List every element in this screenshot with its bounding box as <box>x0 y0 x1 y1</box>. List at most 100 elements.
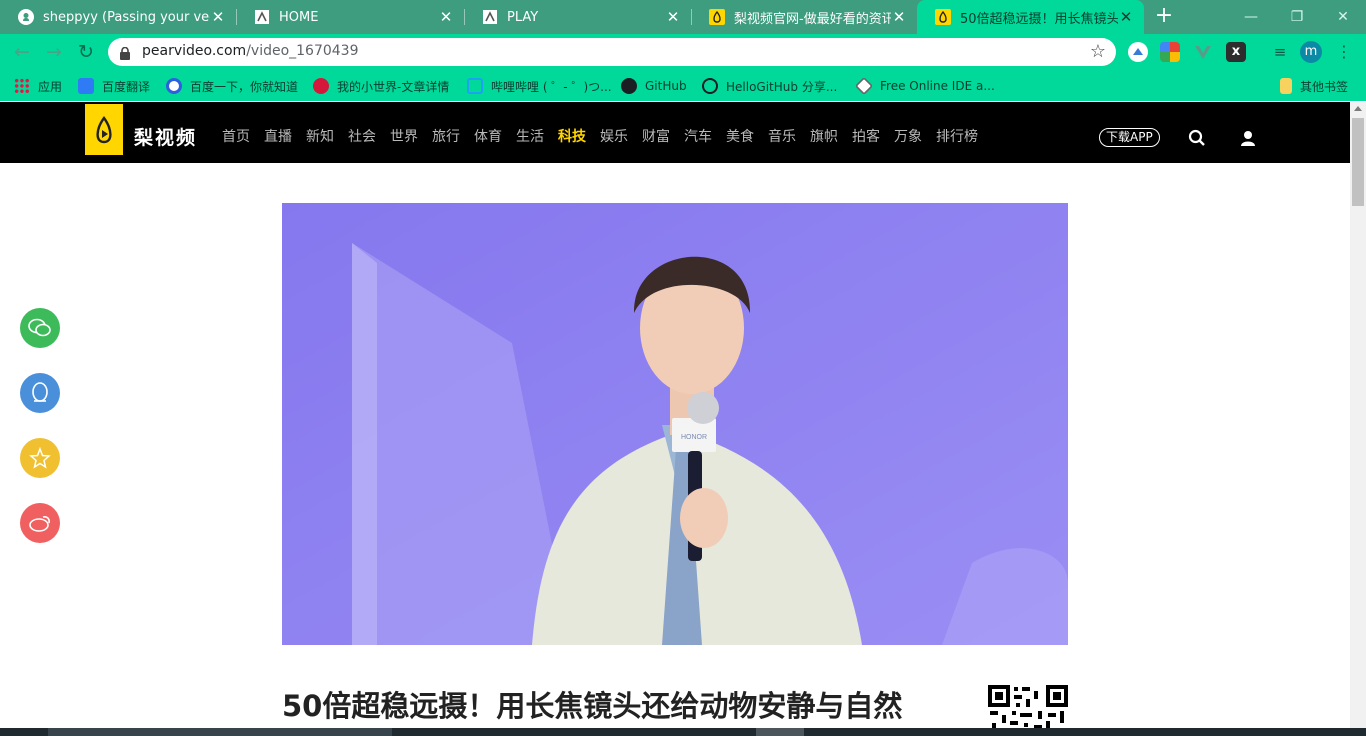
restore-icon[interactable]: ❐ <box>1274 0 1320 34</box>
baidu-icon <box>166 78 182 94</box>
bookmarks-bar: 应用 百度翻译 百度一下，你就知道 我的小世界-文章详情 哔哩哔哩 ( ゜- ゜… <box>0 70 1366 101</box>
page-icon <box>254 9 270 25</box>
github-icon <box>18 9 34 25</box>
tab-title: 50倍超稳远摄！用长焦镜头还给动物安静与自然 <box>960 11 1118 27</box>
nav-item[interactable]: 排行榜 <box>936 126 978 146</box>
nav-item[interactable]: 拍客 <box>852 126 880 146</box>
nav-item[interactable]: 旅行 <box>432 126 460 146</box>
tab-github[interactable]: sheppyy (Passing your vegetables) ✕ <box>0 0 236 34</box>
nav-item-active[interactable]: 科技 <box>558 126 586 146</box>
share-weibo-button[interactable] <box>20 503 60 543</box>
nav-item[interactable]: 汽车 <box>684 126 712 146</box>
share-qq-button[interactable] <box>20 373 60 413</box>
extension-bird-icon[interactable] <box>1128 42 1148 62</box>
close-icon[interactable]: ✕ <box>210 8 226 26</box>
address-bar[interactable]: pearvideo.com/video_1670439 ☆ <box>108 38 1116 66</box>
media-queue-icon[interactable]: ≡ <box>1270 42 1290 62</box>
close-icon[interactable]: ✕ <box>1118 8 1134 26</box>
menu-dots-icon[interactable]: ⋮ <box>1334 42 1354 62</box>
tab-title: HOME <box>279 9 319 25</box>
page-scrollbar[interactable] <box>1350 102 1366 736</box>
user-icon[interactable] <box>1239 129 1257 147</box>
bookmark-my-world[interactable]: 我的小世界-文章详情 <box>313 77 449 95</box>
video-title: 50倍超稳远摄！用长焦镜头还给动物安静与自然 <box>282 689 903 723</box>
nav-item[interactable]: 体育 <box>474 126 502 146</box>
window-close-icon[interactable]: ✕ <box>1320 0 1366 34</box>
nav-item[interactable]: 世界 <box>390 126 418 146</box>
tab-pear-home[interactable]: 梨视频官网-做最好看的资讯短视频 ✕ <box>691 0 917 34</box>
bookmark-bilibili[interactable]: 哔哩哔哩 ( ゜- ゜)つ... <box>467 77 612 95</box>
nav-item[interactable]: 新知 <box>306 126 334 146</box>
nav-item[interactable]: 旗帜 <box>810 126 838 146</box>
tab-play[interactable]: PLAY ✕ <box>464 0 691 34</box>
tab-title: 梨视频官网-做最好看的资讯短视频 <box>734 11 891 27</box>
bookmark-baidu[interactable]: 百度一下，你就知道 <box>166 77 298 95</box>
tab-title: PLAY <box>507 9 539 25</box>
bookmark-baidu-translate[interactable]: 百度翻译 <box>78 77 150 95</box>
nav-item[interactable]: 美食 <box>726 126 754 146</box>
vue-devtools-icon[interactable] <box>1193 42 1213 62</box>
reload-icon[interactable]: ↻ <box>74 40 98 64</box>
url-text: pearvideo.com/video_1670439 <box>142 43 359 59</box>
forward-icon[interactable]: → <box>42 40 66 64</box>
bookmark-star-icon[interactable]: ☆ <box>1090 41 1106 62</box>
profile-avatar[interactable]: m <box>1300 41 1322 63</box>
extension-color-icon[interactable] <box>1160 42 1180 62</box>
search-icon[interactable] <box>1188 129 1206 147</box>
pear-icon <box>935 9 951 25</box>
taskbar-item[interactable] <box>48 728 392 736</box>
category-nav: 首页 直播 新知 社会 世界 旅行 体育 生活 科技 娱乐 财富 汽车 美食 音… <box>222 126 992 146</box>
video-player[interactable]: HONOR <box>282 203 1068 645</box>
browser-toolbar: ← → ↻ pearvideo.com/video_1670439 ☆ x ≡ … <box>0 34 1366 70</box>
nav-item[interactable]: 首页 <box>222 126 250 146</box>
tab-active-video[interactable]: 50倍超稳远摄！用长焦镜头还给动物安静与自然 ✕ <box>917 0 1144 34</box>
minimize-icon[interactable]: — <box>1228 0 1274 34</box>
bilibili-icon <box>467 78 483 94</box>
site-brand[interactable]: 梨视频 <box>134 123 197 150</box>
bookmark-apps[interactable]: 应用 <box>14 77 62 95</box>
close-icon[interactable]: ✕ <box>665 8 681 26</box>
close-icon[interactable]: ✕ <box>438 8 454 26</box>
lips-icon <box>313 78 329 94</box>
tab-title: sheppyy (Passing your vegetables) <box>43 9 210 25</box>
page-icon <box>482 9 498 25</box>
folder-icon <box>1280 78 1292 94</box>
back-icon[interactable]: ← <box>10 40 34 64</box>
bookmark-other[interactable]: 其他书签 <box>1280 77 1348 95</box>
download-app-button[interactable]: 下载APP <box>1099 128 1160 147</box>
ide-icon <box>854 76 874 96</box>
github-icon <box>621 78 637 94</box>
pear-logo[interactable] <box>85 104 123 155</box>
os-taskbar <box>0 728 1366 736</box>
nav-item[interactable]: 音乐 <box>768 126 796 146</box>
wechat-icon <box>28 318 51 337</box>
extension-x-icon[interactable]: x <box>1226 42 1246 62</box>
qq-icon <box>32 382 48 402</box>
video-frame: HONOR <box>282 203 1068 645</box>
nav-item[interactable]: 直播 <box>264 126 292 146</box>
bookmark-free-ide[interactable]: Free Online IDE a... <box>854 76 995 96</box>
tab-strip: sheppyy (Passing your vegetables) ✕ HOME… <box>0 0 1366 34</box>
bookmark-github[interactable]: GitHub <box>621 77 687 95</box>
share-qzone-button[interactable] <box>20 438 60 478</box>
taskbar-item[interactable] <box>756 728 804 736</box>
apps-grid-icon <box>14 78 30 94</box>
nav-item[interactable]: 生活 <box>516 126 544 146</box>
nav-item[interactable]: 社会 <box>348 126 376 146</box>
baidu-translate-icon <box>78 78 94 94</box>
share-wechat-button[interactable] <box>20 308 60 348</box>
lock-icon <box>120 45 130 60</box>
scroll-up-icon[interactable] <box>1354 106 1362 111</box>
bookmark-hellogithub[interactable]: HelloGitHub 分享... <box>702 77 837 95</box>
new-tab-button[interactable]: + <box>1152 5 1176 29</box>
close-icon[interactable]: ✕ <box>891 8 907 26</box>
pear-icon <box>709 9 725 25</box>
mic-brand-label: HONOR <box>681 434 707 441</box>
scrollbar-thumb[interactable] <box>1352 118 1364 206</box>
nav-item[interactable]: 财富 <box>642 126 670 146</box>
nav-item[interactable]: 娱乐 <box>600 126 628 146</box>
nav-item[interactable]: 万象 <box>894 126 922 146</box>
qzone-star-icon <box>29 447 51 469</box>
site-header: 梨视频 首页 直播 新知 社会 世界 旅行 体育 生活 科技 娱乐 财富 汽车 … <box>0 102 1350 163</box>
tab-home[interactable]: HOME ✕ <box>236 0 464 34</box>
